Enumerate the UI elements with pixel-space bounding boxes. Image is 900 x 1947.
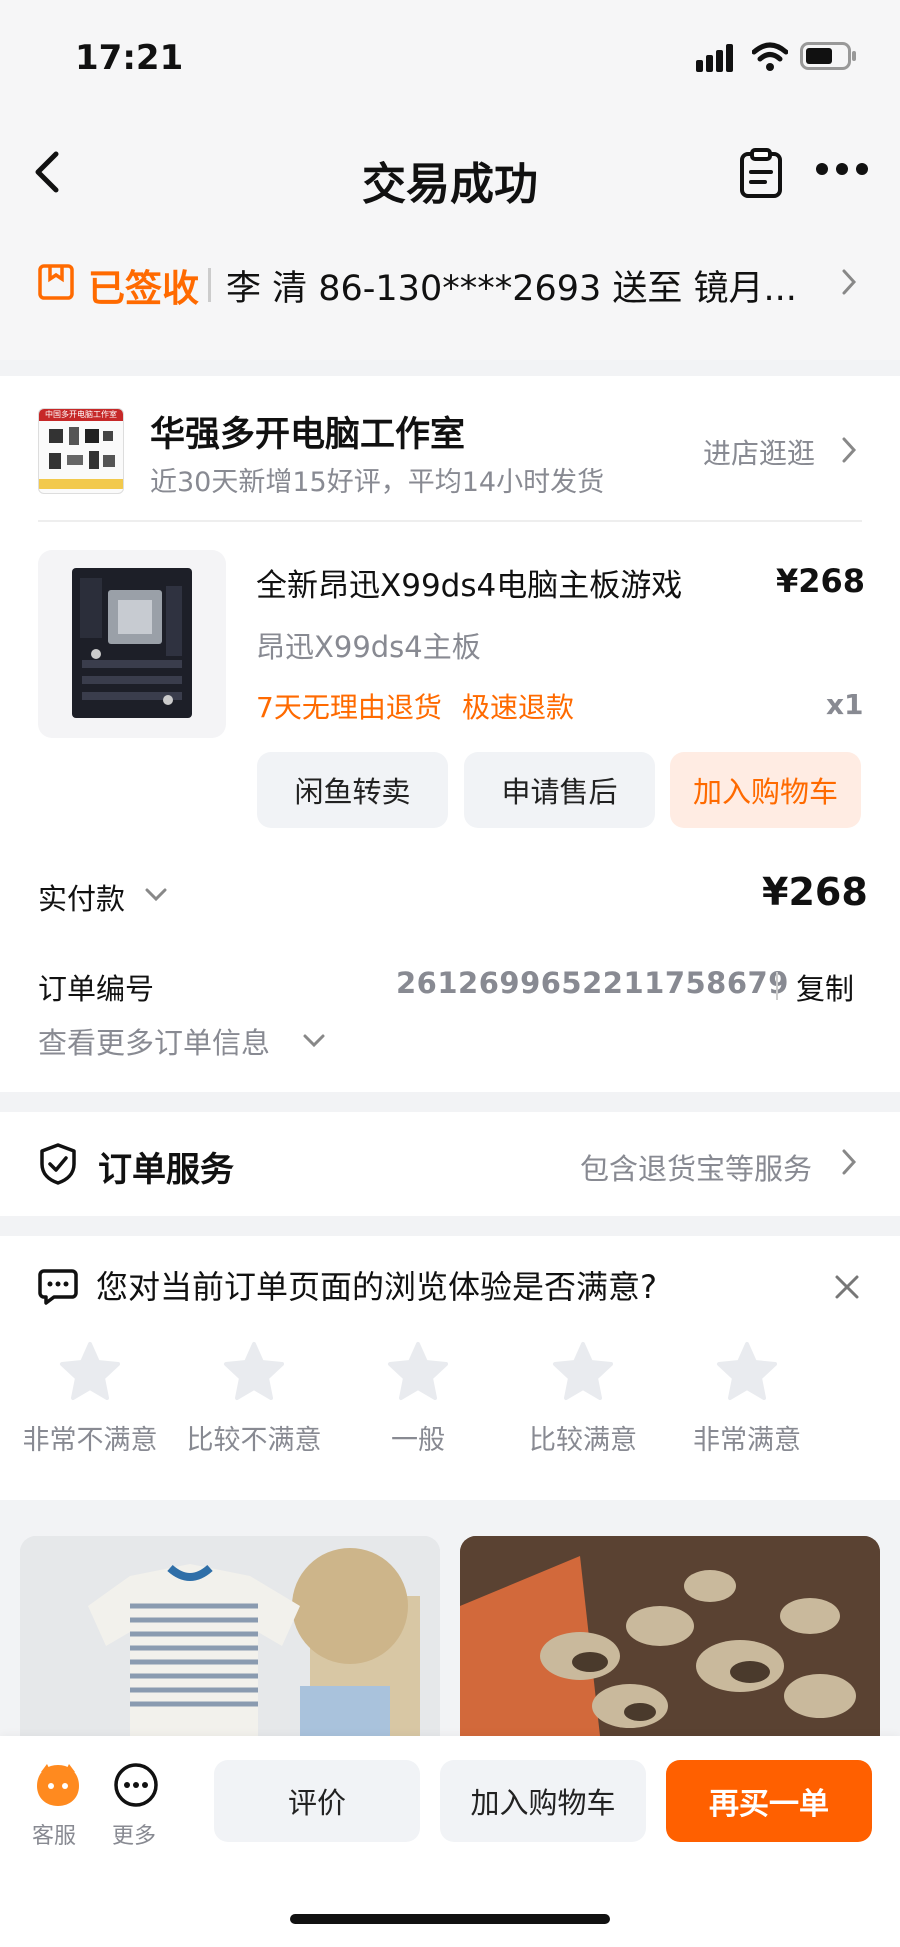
bottom-action-bar: 客服 更多 评价 加入购物车 再买一单 [0,1736,900,1947]
order-service-row[interactable]: 订单服务 包含退货宝等服务 [0,1112,900,1216]
status-time: 17:21 [75,38,184,78]
return-tag: 7天无理由退货 [256,691,442,724]
paid-label[interactable]: 实付款 [38,876,125,918]
divider [38,520,862,522]
chevron-right-icon [842,437,857,463]
chevron-down-icon[interactable] [302,1032,326,1050]
star-icon [717,1342,777,1400]
chat-bubble-icon [38,1269,78,1305]
bottom-add-to-cart-button[interactable]: 加入购物车 [440,1760,646,1842]
close-icon[interactable] [834,1274,860,1300]
wifi-icon [752,42,788,71]
rating-option[interactable]: 比较满意 [501,1340,665,1460]
recommendation-item[interactable] [20,1536,440,1736]
order-list-icon[interactable] [738,148,784,198]
product-price: ¥268 [776,562,866,600]
shop-logo-image [39,427,123,489]
review-button[interactable]: 评价 [214,1760,420,1842]
resell-button[interactable]: 闲鱼转卖 [257,752,448,828]
rating-option[interactable]: 比较不满意 [172,1340,336,1460]
rating-label: 比较不满意 [186,1425,322,1456]
copy-button[interactable]: 复制 [796,966,854,1008]
striped-tshirt-image [20,1536,440,1736]
paid-amount: ¥268 [762,870,868,914]
rating-option[interactable]: 一般 [336,1340,500,1460]
visit-shop-label: 进店逛逛 [703,437,816,470]
customer-service-icon [37,1764,79,1806]
order-card: 中国多开电脑工作室 华强多开电脑工作室 近30天新增15好评，平均14小时发货 … [0,376,900,1092]
chevron-right-icon [842,1149,857,1175]
recommendation-item[interactable] [460,1536,880,1736]
rating-label: 非常满意 [693,1425,801,1456]
star-icon [60,1342,120,1400]
order-number: 2612699652211758679 [396,966,789,1000]
rating-option[interactable]: 非常满意 [665,1340,829,1460]
customer-service-button[interactable]: 客服 [26,1760,90,1860]
shop-stats: 近30天新增15好评，平均14小时发货 [150,467,605,498]
survey-card: 您对当前订单页面的浏览体验是否满意? 非常不满意 比较不满意 一般 比较满意 非常满意 [0,1236,900,1500]
star-icon [224,1342,284,1400]
package-icon [38,264,74,300]
shield-check-icon [40,1143,76,1185]
buy-again-button[interactable]: 再买一单 [666,1760,872,1842]
product-quantity: x1 [826,688,864,721]
customer-service-label: 客服 [32,1824,77,1849]
home-indicator [290,1914,610,1924]
product-title[interactable]: 全新昂迅X99ds4电脑主板游戏 [256,560,682,605]
after-sale-button[interactable]: 申请售后 [464,752,655,828]
motherboard-image [72,568,192,718]
add-to-cart-button[interactable]: 加入购物车 [670,752,861,828]
status-bar: 17:21 [0,0,900,110]
rating-label: 一般 [391,1425,445,1456]
divider [776,972,778,1000]
more-button[interactable]: 更多 [104,1760,168,1860]
chevron-right-icon [842,269,857,295]
visit-shop-link[interactable]: 进店逛逛 [703,432,815,472]
order-service-title: 订单服务 [98,1150,234,1190]
delivery-status: 已签收 [88,267,199,310]
fast-refund-tag: 极速退款 [462,691,575,724]
more-order-info-link[interactable]: 查看更多订单信息 [38,1020,270,1062]
survey-question: 您对当前订单页面的浏览体验是否满意? [96,1268,657,1306]
rating-label: 比较满意 [529,1425,637,1456]
star-icon [388,1342,448,1400]
order-number-label: 订单编号 [38,972,155,1006]
order-service-desc: 包含退货宝等服务 [580,1152,813,1186]
more-dots-icon[interactable] [815,162,869,176]
product-spec: 昂迅X99ds4主板 [256,630,481,664]
shop-logo[interactable]: 中国多开电脑工作室 [38,408,124,494]
delivery-recipient: 李 清 86-130****2693 送至 镜月... [226,269,797,309]
more-icon [114,1763,158,1807]
rating-label: 非常不满意 [22,1425,158,1456]
shop-name[interactable]: 华强多开电脑工作室 [150,406,465,457]
divider [208,268,211,302]
star-icon [553,1342,613,1400]
signal-icon [696,44,733,72]
product-image[interactable] [38,550,226,738]
dried-mushrooms-image [460,1536,880,1736]
battery-icon [800,42,856,70]
more-label: 更多 [112,1824,157,1849]
shop-logo-banner: 中国多开电脑工作室 [39,409,123,421]
rating-option[interactable]: 非常不满意 [8,1340,172,1460]
chevron-down-icon[interactable] [144,886,168,904]
delivery-row[interactable]: 已签收 李 清 86-130****2693 送至 镜月... [0,250,900,360]
